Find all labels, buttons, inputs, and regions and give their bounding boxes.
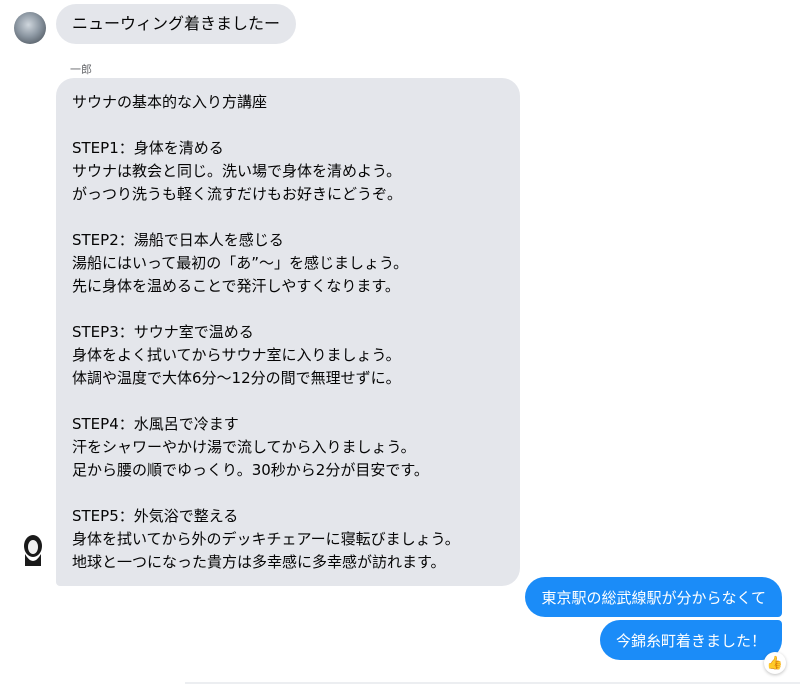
message-line	[72, 114, 504, 137]
incoming-message-bubble[interactable]: ニューウィング着きましたー	[56, 4, 297, 44]
message-line: STEP3：サウナ室で温める	[72, 323, 254, 341]
message-line: STEP4：水風呂で冷ます	[72, 415, 239, 433]
thumbs-up-icon: 👍	[766, 655, 784, 671]
message-text: ニューウィング着きましたー	[72, 13, 281, 33]
message-line: 身体を拭いてから外のデッキチェアーに寝転びましょう。	[72, 530, 460, 548]
sender-avatar[interactable]	[18, 532, 48, 566]
message-line: 体調や温度で大体6分〜12分の間で無理せずに。	[72, 369, 401, 387]
message-text: 東京駅の総武線駅が分からなくて	[541, 588, 766, 607]
message-line: 湯船にはいって最初の「あ”〜」を感じましょう。	[72, 254, 409, 272]
sender-name: 一郎	[70, 63, 92, 76]
message-line: 地球と一つになった貴方は多幸感に多幸感が訪れます。	[72, 553, 446, 571]
message-line	[72, 206, 504, 229]
message-text: 今錦糸町着きました！	[615, 631, 766, 650]
message-line: サウナの基本的な入り方講座	[72, 93, 268, 111]
contact-avatar[interactable]	[14, 12, 46, 44]
reaction-badge[interactable]: 👍	[764, 652, 786, 674]
message-line: サウナは教会と同じ。洗い場で身体を清めよう。	[72, 162, 402, 180]
message-line: 足から腰の順でゆっくり。30秒から2分が目安です。	[72, 461, 429, 479]
message-line: STEP1：身体を清める	[72, 139, 224, 157]
message-line	[72, 298, 504, 321]
message-line	[72, 390, 504, 413]
message-line	[72, 482, 504, 505]
message-line: 先に身体を温めることで発汗しやすくなります。	[72, 277, 400, 295]
message-line: STEP5：外気浴で整える	[72, 507, 239, 525]
outgoing-message-bubble[interactable]: 東京駅の総武線駅が分からなくて	[525, 577, 782, 617]
message-line: がっつり洗うも軽く流すだけもお好きにどうぞ。	[72, 185, 403, 203]
message-line: 身体をよく拭いてからサウナ室に入りましょう。	[72, 346, 401, 364]
outgoing-message-bubble[interactable]: 今錦糸町着きました！	[599, 620, 782, 660]
message-line: STEP2：湯船で日本人を感じる	[72, 231, 284, 249]
incoming-message-bubble-long[interactable]: サウナの基本的な入り方講座 STEP1：身体を清めるサウナは教会と同じ。洗い場で身…	[56, 78, 520, 586]
silhouette-avatar-icon	[24, 535, 42, 566]
message-text-block: サウナの基本的な入り方講座 STEP1：身体を清めるサウナは教会と同じ。洗い場で身…	[72, 91, 504, 574]
message-line: 汗をシャワーやかけ湯で流してから入りましょう。	[72, 438, 416, 456]
